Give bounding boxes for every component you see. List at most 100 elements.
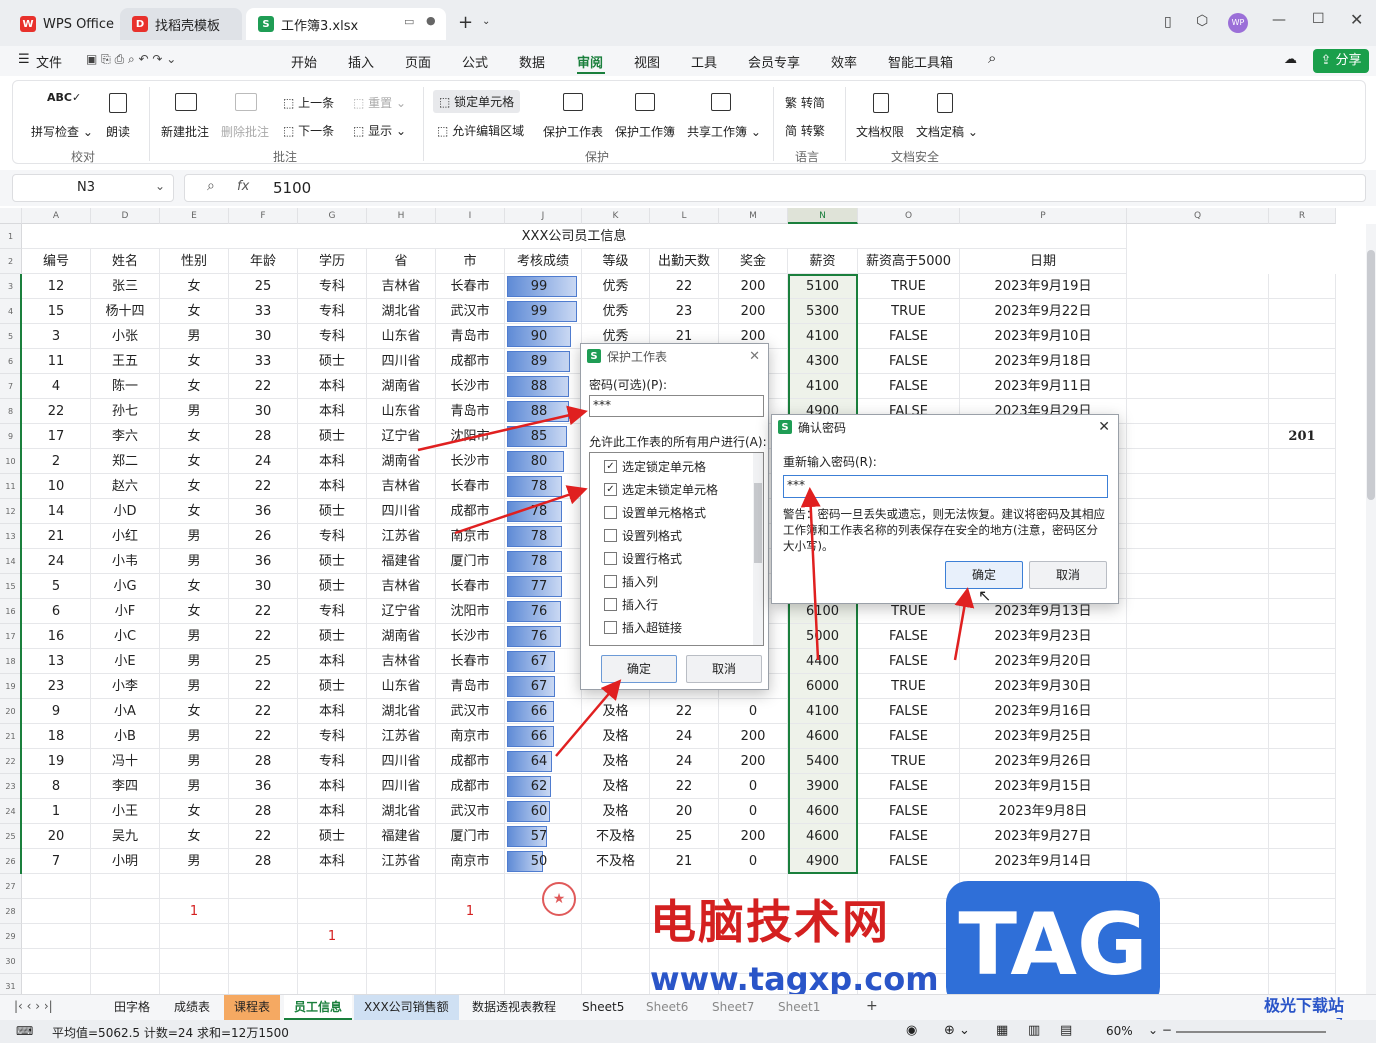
sheet-tab[interactable]: XXX公司销售额 bbox=[354, 995, 459, 1020]
share-book-button[interactable]: 共享工作簿 ⌄ bbox=[687, 123, 761, 140]
table-cell[interactable] bbox=[298, 974, 367, 994]
table-cell[interactable]: 本科 bbox=[298, 799, 367, 824]
table-cell[interactable]: 1 bbox=[160, 899, 229, 924]
checkbox[interactable] bbox=[604, 621, 617, 634]
menu-review[interactable]: 审阅 bbox=[577, 52, 603, 71]
row-header[interactable]: 3 bbox=[0, 274, 22, 299]
tab-template[interactable]: D 找稻壳模板 bbox=[120, 8, 242, 40]
row-header[interactable]: 12 bbox=[0, 499, 22, 524]
table-cell[interactable] bbox=[91, 974, 160, 994]
table-cell[interactable]: 李四 bbox=[91, 774, 160, 799]
table-cell[interactable]: 30 bbox=[229, 574, 298, 599]
table-cell[interactable]: 200 bbox=[719, 299, 788, 324]
table-cell[interactable]: 4900 bbox=[788, 849, 858, 874]
table-cell[interactable]: 14 bbox=[22, 499, 91, 524]
row-header[interactable]: 5 bbox=[0, 324, 22, 349]
checked-checkbox[interactable]: ✓ bbox=[604, 460, 617, 473]
sheet-tab[interactable]: Sheet5 bbox=[572, 995, 634, 1020]
table-cell[interactable]: FALSE bbox=[858, 649, 960, 674]
table-cell[interactable] bbox=[91, 899, 160, 924]
column-header[interactable]: D bbox=[91, 208, 160, 224]
table-cell[interactable]: 成都市 bbox=[436, 749, 505, 774]
table-cell[interactable] bbox=[505, 349, 582, 374]
select-all-corner[interactable] bbox=[0, 208, 22, 224]
table-cell[interactable]: 23 bbox=[650, 299, 719, 324]
table-cell[interactable]: 本科 bbox=[298, 399, 367, 424]
list-scroll-thumb[interactable] bbox=[754, 483, 762, 563]
permission-option[interactable]: 设置行格式 bbox=[604, 550, 682, 567]
table-cell[interactable]: 4100 bbox=[788, 324, 858, 349]
table-cell[interactable] bbox=[505, 424, 582, 449]
table-cell[interactable]: 专科 bbox=[298, 299, 367, 324]
table-cell[interactable]: 吉林省 bbox=[367, 574, 436, 599]
table-cell[interactable]: 小C bbox=[91, 624, 160, 649]
table-cell[interactable]: 本科 bbox=[298, 649, 367, 674]
table-cell[interactable] bbox=[1127, 274, 1269, 299]
row-header[interactable]: 20 bbox=[0, 699, 22, 724]
table-cell[interactable]: 0 bbox=[719, 699, 788, 724]
table-cell[interactable]: 0 bbox=[719, 774, 788, 799]
table-cell[interactable]: 长春市 bbox=[436, 274, 505, 299]
view-break-icon[interactable]: ▤ bbox=[1060, 1023, 1072, 1038]
table-cell[interactable]: 28 bbox=[229, 749, 298, 774]
row-header[interactable]: 26 bbox=[0, 849, 22, 874]
table-cell[interactable]: 女 bbox=[160, 299, 229, 324]
table-cell[interactable] bbox=[505, 674, 582, 699]
table-cell[interactable] bbox=[367, 874, 436, 899]
menu-file[interactable]: 文件 bbox=[36, 52, 62, 71]
table-cell[interactable]: 长沙市 bbox=[436, 624, 505, 649]
table-cell[interactable]: 22 bbox=[229, 374, 298, 399]
table-cell[interactable] bbox=[1269, 849, 1336, 874]
table-cell[interactable]: 201 bbox=[1269, 424, 1336, 449]
table-cell[interactable]: 小韦 bbox=[91, 549, 160, 574]
table-cell[interactable]: 女 bbox=[160, 574, 229, 599]
row-header[interactable]: 1 bbox=[0, 224, 22, 249]
table-cell[interactable]: 福建省 bbox=[367, 824, 436, 849]
table-cell[interactable] bbox=[1269, 799, 1336, 824]
table-cell[interactable] bbox=[1269, 449, 1336, 474]
table-cell[interactable] bbox=[1127, 574, 1269, 599]
table-cell[interactable]: 南京市 bbox=[436, 849, 505, 874]
table-cell[interactable]: 四川省 bbox=[367, 749, 436, 774]
table-cell[interactable]: 杨十四 bbox=[91, 299, 160, 324]
row-header[interactable]: 7 bbox=[0, 374, 22, 399]
sheet-tab[interactable]: 数据透视表教程 bbox=[462, 995, 566, 1020]
table-cell[interactable] bbox=[298, 949, 367, 974]
table-cell[interactable]: TRUE bbox=[858, 274, 960, 299]
table-cell[interactable]: FALSE bbox=[858, 699, 960, 724]
sheet-tab[interactable]: 课程表 bbox=[224, 995, 281, 1020]
protect-icon[interactable]: ⊕ ⌄ bbox=[944, 1023, 970, 1038]
table-cell[interactable] bbox=[505, 324, 582, 349]
table-cell[interactable]: FALSE bbox=[858, 324, 960, 349]
permission-option[interactable]: 插入行 bbox=[604, 596, 658, 613]
view-page-icon[interactable]: ▥ bbox=[1028, 1023, 1040, 1038]
table-cell[interactable]: 3900 bbox=[788, 774, 858, 799]
table-cell[interactable]: 28 bbox=[229, 424, 298, 449]
table-cell[interactable]: 硕士 bbox=[298, 549, 367, 574]
table-cell[interactable]: 长春市 bbox=[436, 474, 505, 499]
table-cell[interactable]: 青岛市 bbox=[436, 399, 505, 424]
table-cell[interactable]: 女 bbox=[160, 599, 229, 624]
table-cell[interactable]: 21 bbox=[22, 524, 91, 549]
maximize-icon[interactable]: ☐ bbox=[1312, 11, 1325, 27]
table-cell[interactable]: 7 bbox=[22, 849, 91, 874]
table-cell[interactable]: 女 bbox=[160, 474, 229, 499]
table-cell[interactable]: 4600 bbox=[788, 824, 858, 849]
table-cell[interactable] bbox=[1127, 374, 1269, 399]
table-cell[interactable] bbox=[505, 524, 582, 549]
table-cell[interactable]: 南京市 bbox=[436, 524, 505, 549]
name-box[interactable]: N3 ⌄ bbox=[12, 174, 174, 202]
table-cell[interactable]: 小D bbox=[91, 499, 160, 524]
doc-final-button[interactable]: 文档定稿 ⌄ bbox=[916, 123, 978, 140]
table-cell[interactable] bbox=[505, 474, 582, 499]
monitor-icon[interactable]: ▭ bbox=[404, 15, 414, 28]
table-cell[interactable]: 19 bbox=[22, 749, 91, 774]
table-cell[interactable] bbox=[160, 874, 229, 899]
table-cell[interactable]: 江苏省 bbox=[367, 724, 436, 749]
table-cell[interactable]: 不及格 bbox=[582, 824, 650, 849]
table-cell[interactable] bbox=[22, 899, 91, 924]
table-cell[interactable] bbox=[22, 949, 91, 974]
toolbar-quick-icons[interactable]: ▣ ⎘ ⎙ ⌕ ↶ ↷ ⌄ bbox=[86, 52, 176, 67]
table-cell[interactable]: 22 bbox=[229, 699, 298, 724]
table-cell[interactable]: 成都市 bbox=[436, 349, 505, 374]
